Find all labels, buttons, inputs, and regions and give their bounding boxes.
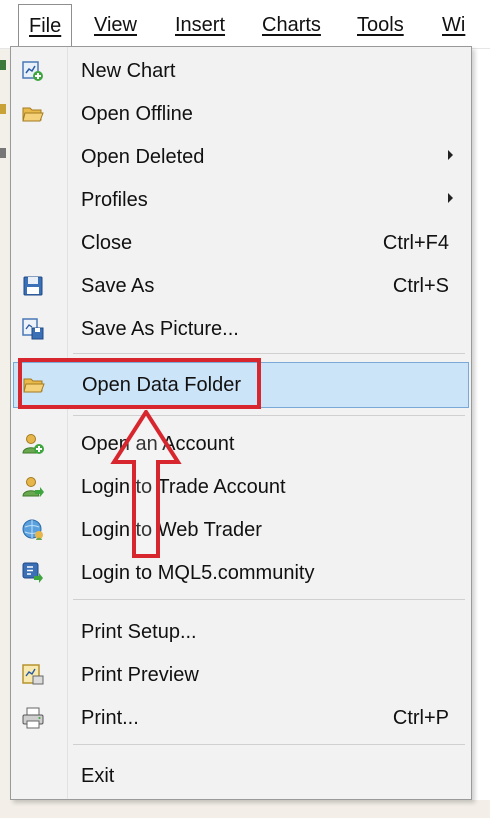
menu-separator [73, 353, 465, 354]
background-marker [0, 60, 6, 70]
menubar-view[interactable]: View [94, 12, 137, 38]
menu-item-login-trade-account[interactable]: Login to Trade Account [13, 467, 469, 507]
menu-item-label: Print Preview [81, 664, 199, 686]
globe-user-icon [21, 518, 45, 542]
menu-item-print-setup[interactable]: Print Setup... [13, 612, 469, 652]
menubar-charts[interactable]: Charts [262, 12, 321, 38]
menu-item-shortcut: Ctrl+P [392, 707, 449, 729]
menu-item-shortcut: Ctrl+F4 [382, 232, 449, 254]
menu-item-login-web-trader[interactable]: Login to Web Trader [13, 510, 469, 550]
save-picture-icon [21, 317, 45, 341]
annotation-up-arrow [110, 410, 182, 558]
menu-item-open-account[interactable]: Open an Account [13, 424, 469, 464]
menu-item-label: Open Offline [81, 103, 193, 125]
menu-separator [73, 599, 465, 600]
menu-item-label: Save As [81, 275, 155, 297]
menu-item-label: Open Deleted [81, 146, 205, 168]
menu-item-print[interactable]: Print... Ctrl+P [13, 698, 469, 738]
menu-item-profiles[interactable]: Profiles [13, 180, 469, 220]
menu-item-close[interactable]: Close Ctrl+F4 [13, 223, 469, 263]
menu-item-open-offline[interactable]: Open Offline [13, 94, 469, 134]
print-preview-icon [21, 663, 45, 687]
menu-item-label: Exit [81, 765, 115, 787]
open-folder-icon [21, 102, 45, 126]
menu-separator [73, 744, 465, 745]
menu-item-open-deleted[interactable]: Open Deleted [13, 137, 469, 177]
file-menu-dropdown: New Chart Open Offline Open Deleted Prof… [10, 46, 472, 800]
user-login-icon [21, 475, 45, 499]
menu-item-login-mql5[interactable]: Login to MQL5.community [13, 553, 469, 593]
menu-item-label: Login to MQL5.community [81, 562, 315, 584]
menubar: File View Insert Charts Tools Wi [0, 0, 490, 49]
floppy-disk-icon [21, 274, 45, 298]
menu-item-save-as-picture[interactable]: Save As Picture... [13, 309, 469, 349]
menu-item-label: Print... [81, 707, 139, 729]
menu-item-label: New Chart [81, 60, 176, 82]
menubar-window[interactable]: Wi [442, 12, 465, 38]
menu-item-label: Close [81, 232, 133, 254]
annotation-highlight-box [18, 358, 261, 409]
menu-item-label: Profiles [81, 189, 148, 211]
menu-item-label: Save As Picture... [81, 318, 239, 340]
new-chart-icon [21, 59, 45, 83]
background-app-strip [472, 48, 490, 818]
menubar-tools[interactable]: Tools [357, 12, 404, 38]
menu-item-label: Print Setup... [81, 621, 197, 643]
submenu-arrow-icon [448, 150, 453, 160]
menu-item-exit[interactable]: Exit [13, 756, 469, 796]
background-app-strip [0, 800, 490, 818]
menu-item-print-preview[interactable]: Print Preview [13, 655, 469, 695]
menu-item-save-as[interactable]: Save As Ctrl+S [13, 266, 469, 306]
mql5-login-icon [21, 561, 45, 585]
menu-item-shortcut: Ctrl+S [392, 275, 449, 297]
submenu-arrow-icon [448, 193, 453, 203]
menu-item-new-chart[interactable]: New Chart [13, 51, 469, 91]
printer-icon [21, 706, 45, 730]
add-user-icon [21, 432, 45, 456]
background-marker [0, 104, 6, 114]
menubar-file[interactable]: File [18, 4, 73, 46]
background-app-strip [0, 48, 10, 818]
menubar-insert[interactable]: Insert [175, 12, 225, 38]
background-marker [0, 148, 6, 158]
